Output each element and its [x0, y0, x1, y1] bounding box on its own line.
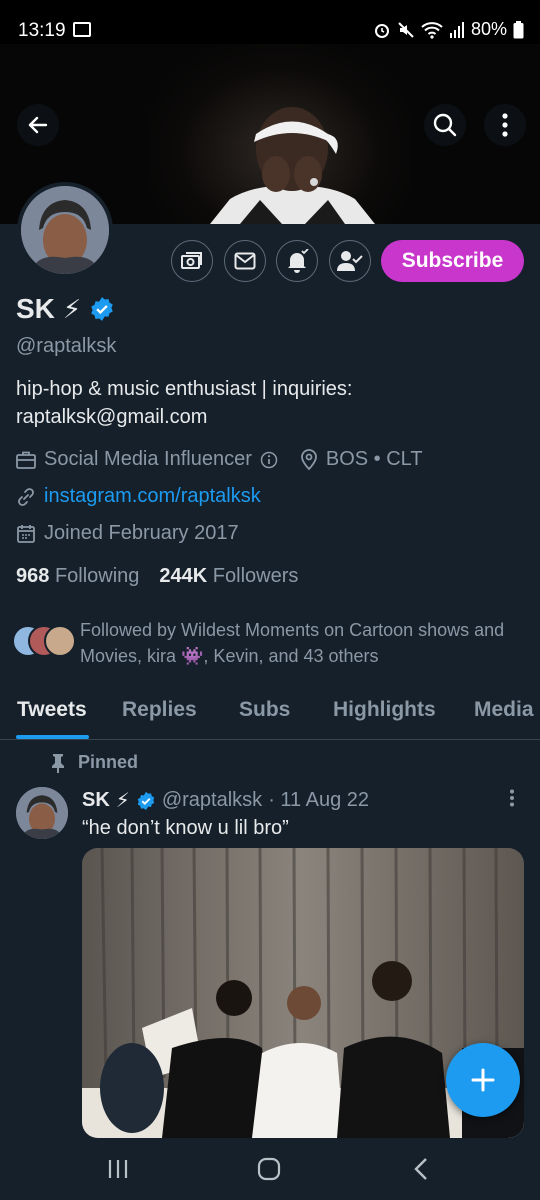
tweet-author-name[interactable]: SK: [82, 789, 110, 812]
profile-meta-row-1: Social Media Influencer BOS • CLT: [16, 448, 423, 471]
verified-badge-icon: [137, 791, 155, 810]
recent-apps-button[interactable]: [98, 1154, 138, 1184]
tab-subs[interactable]: Subs: [239, 698, 290, 722]
tweet-text: “he don’t know u lil bro”: [82, 817, 289, 839]
compose-tweet-button[interactable]: [446, 1043, 520, 1117]
back-button[interactable]: [17, 104, 59, 146]
gallery-notification-icon: [73, 22, 91, 37]
recent-apps-icon: [108, 1160, 128, 1178]
battery-icon: [513, 20, 524, 38]
battery-percent: 80%: [470, 19, 507, 39]
lightning-emoji: ⚡: [115, 790, 130, 812]
system-nav-bar: [0, 1138, 540, 1200]
tweet-header: SK ⚡ @raptalksk · 11 Aug 22: [82, 788, 369, 813]
location-pin-icon: [300, 448, 317, 470]
following-label: Following: [54, 565, 140, 587]
followed-by-avatars: [12, 625, 78, 659]
tab-tweets[interactable]: Tweets: [17, 698, 87, 722]
envelope-icon: [234, 252, 256, 270]
money-icon: [181, 252, 202, 269]
chevron-left-icon: [414, 1158, 427, 1180]
profile-name: SK: [16, 293, 55, 324]
following-button[interactable]: [329, 240, 371, 282]
avatar-photo: [21, 186, 109, 274]
profile-location: BOS • CLT: [325, 448, 423, 470]
arrow-left-icon: [28, 116, 48, 134]
more-options-button[interactable]: [484, 104, 526, 146]
person-check-icon: [337, 251, 363, 271]
profile-joined-date: Joined February 2017: [44, 522, 239, 544]
bell-plus-icon: [288, 249, 309, 273]
follower-avatar: [44, 625, 76, 657]
followers-label: Followers: [212, 565, 299, 587]
followed-by-text: Followed by Wildest Moments on Cartoon s…: [80, 620, 505, 666]
tweet-more-button[interactable]: [502, 788, 522, 808]
following-count: 968: [16, 565, 50, 587]
lightning-emoji: ⚡: [62, 293, 82, 324]
pin-icon: [52, 753, 64, 773]
pinned-label: Pinned: [78, 752, 139, 772]
profile-website-link[interactable]: instagram.com/raptalksk: [44, 485, 261, 508]
profile-name-row: SK ⚡: [16, 293, 115, 325]
subscriptions-button[interactable]: [171, 240, 213, 282]
wifi-icon: [421, 21, 443, 39]
tab-highlights[interactable]: Highlights: [333, 698, 436, 722]
more-vertical-icon: [510, 789, 514, 807]
alarm-icon: [374, 23, 389, 38]
active-tab-indicator: [16, 735, 89, 739]
avatar-photo: [16, 787, 68, 839]
following-stat[interactable]: 968 Following: [16, 565, 139, 588]
search-button[interactable]: [424, 104, 466, 146]
home-button[interactable]: [249, 1154, 289, 1184]
message-button[interactable]: [224, 240, 266, 282]
verified-badge-icon[interactable]: [89, 296, 115, 322]
subscribe-button[interactable]: Subscribe: [381, 240, 524, 282]
tab-media[interactable]: Media: [474, 698, 534, 722]
profile-handle: @raptalksk: [16, 335, 117, 357]
profile-meta-row-3: Joined February 2017: [16, 522, 239, 545]
banner-figure-image: [210, 107, 375, 224]
briefcase-icon: [16, 451, 36, 469]
profile-avatar[interactable]: [17, 182, 113, 278]
profile-category: Social Media Influencer: [44, 448, 252, 470]
more-vertical-icon: [502, 113, 508, 137]
notifications-button[interactable]: [276, 240, 318, 282]
pinned-indicator: Pinned: [50, 752, 138, 773]
status-icons: 80%: [373, 19, 524, 40]
calendar-icon: [17, 524, 35, 543]
tab-replies[interactable]: Replies: [122, 698, 197, 722]
tweet-date: · 11 Aug 22: [268, 789, 370, 811]
tweet-author-handle: @raptalksk: [161, 789, 263, 811]
status-time: 13:19: [18, 20, 66, 41]
profile-tabs: Tweets Replies Subs Highlights Media: [0, 688, 540, 740]
home-icon: [257, 1157, 281, 1181]
profile-meta-row-2: instagram.com/raptalksk: [16, 485, 261, 508]
profile-bio: hip-hop & music enthusiast | inquiries: …: [16, 378, 353, 428]
search-icon: [433, 113, 457, 137]
status-bar: 13:19 80%: [0, 0, 540, 44]
follow-stats: 968 Following 244K Followers: [16, 565, 298, 588]
tweet-author-avatar[interactable]: [16, 787, 68, 839]
mute-icon: [398, 21, 414, 38]
back-nav-button[interactable]: [401, 1154, 441, 1184]
link-icon: [18, 487, 34, 506]
info-icon[interactable]: [260, 451, 278, 469]
plus-icon: [471, 1068, 495, 1092]
followers-stat[interactable]: 244K Followers: [159, 565, 298, 588]
signal-icon: [449, 21, 464, 38]
followers-count: 244K: [159, 565, 208, 587]
